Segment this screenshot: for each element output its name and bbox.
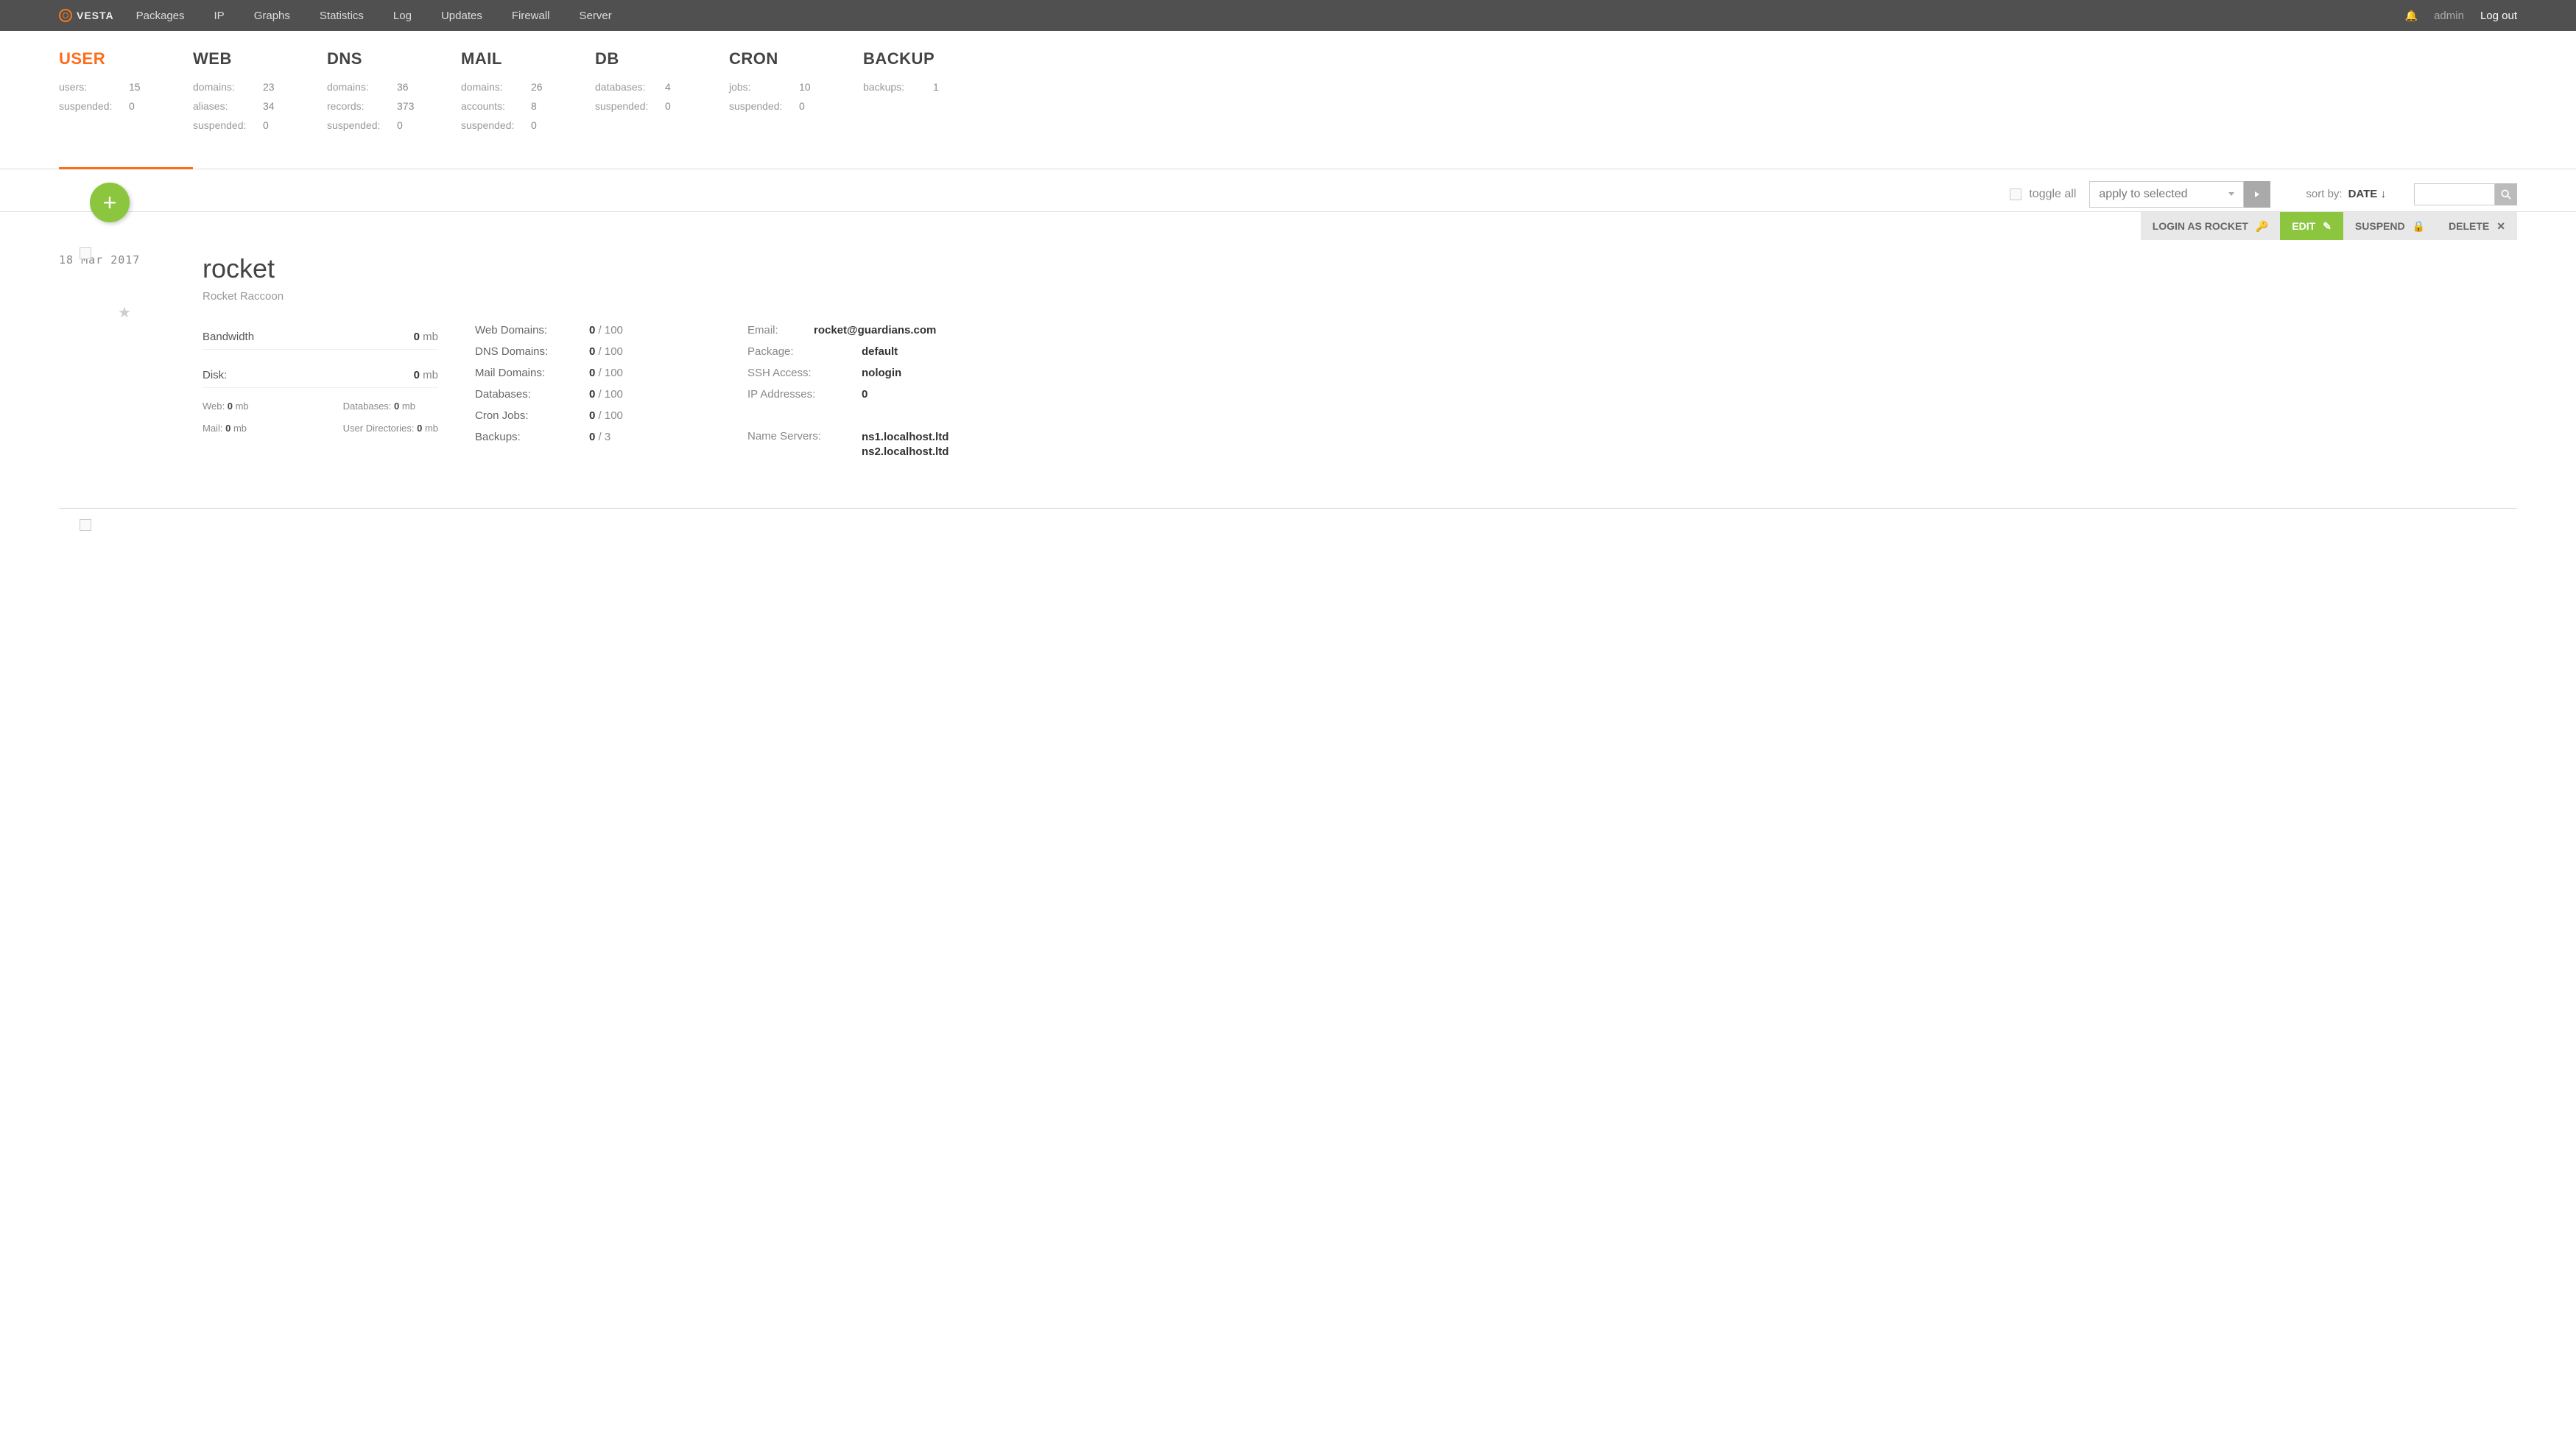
tab-title: DB bbox=[595, 49, 729, 68]
toggle-all-checkbox[interactable] bbox=[2010, 188, 2021, 200]
tab-user[interactable]: USER users:15 suspended:0 bbox=[59, 49, 193, 169]
left-col: 18 Mar 2017 ★ bbox=[59, 253, 203, 464]
add-button[interactable]: + bbox=[90, 183, 130, 222]
row-checkbox-2[interactable] bbox=[80, 519, 91, 531]
usage-disk: Disk: 0 mb bbox=[203, 363, 438, 388]
row-separator bbox=[59, 508, 2517, 531]
search-wrap bbox=[2414, 183, 2517, 205]
tab-dns[interactable]: DNS domains:36 records:373 suspended:0 bbox=[327, 49, 461, 154]
logo-icon bbox=[59, 9, 72, 22]
login-as-button[interactable]: LOGIN AS ROCKET 🔑 bbox=[2141, 212, 2281, 240]
tab-mail[interactable]: MAIL domains:26 accounts:8 suspended:0 bbox=[461, 49, 595, 154]
toolbar: + toggle all apply to selected sort by: … bbox=[0, 169, 2576, 212]
row-checkbox-wrap bbox=[80, 247, 91, 259]
tab-title: USER bbox=[59, 49, 193, 68]
limit-line: Cron Jobs:0 / 100 bbox=[475, 405, 711, 426]
star-icon[interactable]: ★ bbox=[118, 303, 203, 322]
info-ssh: SSH Access:nologin bbox=[747, 362, 949, 384]
edit-button[interactable]: EDIT ✎ bbox=[2280, 212, 2343, 240]
tab-title: DNS bbox=[327, 49, 461, 68]
tab-web[interactable]: WEB domains:23 aliases:34 suspended:0 bbox=[193, 49, 327, 154]
info-email: Email:rocket@guardians.com bbox=[747, 320, 949, 341]
apply-go-button[interactable] bbox=[2244, 181, 2270, 208]
delete-button[interactable]: DELETE ✕ bbox=[2437, 212, 2517, 240]
info-ip: IP Addresses:0 bbox=[747, 384, 949, 405]
limit-line: DNS Domains:0 / 100 bbox=[475, 341, 711, 362]
sort-by[interactable]: sort by: DATE ↓ bbox=[2306, 188, 2386, 200]
stats-tabs: USER users:15 suspended:0 WEB domains:23… bbox=[0, 31, 2576, 169]
caret-down-icon bbox=[2228, 192, 2234, 196]
logout-link[interactable]: Log out bbox=[2480, 10, 2517, 22]
tab-title: MAIL bbox=[461, 49, 595, 68]
limit-line: Mail Domains:0 / 100 bbox=[475, 362, 711, 384]
content: LOGIN AS ROCKET 🔑 EDIT ✎ SUSPEND 🔒 DELET… bbox=[0, 212, 2576, 560]
username: rocket bbox=[203, 253, 438, 284]
apply-to-selected[interactable]: apply to selected bbox=[2089, 181, 2244, 208]
nav-log[interactable]: Log bbox=[393, 10, 412, 22]
limit-line: Databases:0 / 100 bbox=[475, 384, 711, 405]
toggle-all[interactable]: toggle all bbox=[2010, 188, 2076, 201]
col-usage: rocket Rocket Raccoon Bandwidth 0 mb Dis… bbox=[203, 253, 438, 464]
logo-text: VESTA bbox=[77, 10, 114, 21]
tab-backup[interactable]: BACKUP backups:1 bbox=[863, 49, 997, 154]
lock-icon: 🔒 bbox=[2413, 220, 2425, 233]
usage-sub: Web: 0 mb Mail: 0 mb Databases: 0 mb Use… bbox=[203, 395, 438, 440]
key-icon: 🔑 bbox=[2256, 220, 2268, 233]
logo[interactable]: VESTA bbox=[59, 9, 114, 22]
nav-packages[interactable]: Packages bbox=[136, 10, 185, 22]
nav-firewall[interactable]: Firewall bbox=[512, 10, 550, 22]
bell-icon[interactable]: 🔔 bbox=[2405, 10, 2418, 22]
row-checkbox[interactable] bbox=[80, 247, 91, 259]
tab-title: BACKUP bbox=[863, 49, 997, 68]
col-info: Email:rocket@guardians.com Package:defau… bbox=[747, 253, 949, 464]
tab-cron[interactable]: CRON jobs:10 suspended:0 bbox=[729, 49, 863, 154]
info-package: Package:default bbox=[747, 341, 949, 362]
chevron-right-icon bbox=[2255, 191, 2259, 197]
close-icon: ✕ bbox=[2496, 220, 2505, 233]
suspend-button[interactable]: SUSPEND 🔒 bbox=[2343, 212, 2437, 240]
nav-server[interactable]: Server bbox=[580, 10, 612, 22]
usage-bandwidth: Bandwidth 0 mb bbox=[203, 325, 438, 350]
admin-link[interactable]: admin bbox=[2434, 10, 2464, 22]
fullname: Rocket Raccoon bbox=[203, 290, 438, 303]
user-row: LOGIN AS ROCKET 🔑 EDIT ✎ SUSPEND 🔒 DELET… bbox=[59, 212, 2517, 531]
nav-statistics[interactable]: Statistics bbox=[320, 10, 364, 22]
tab-title: WEB bbox=[193, 49, 327, 68]
info-ns: Name Servers:ns1.localhost.ltd ns2.local… bbox=[747, 426, 949, 464]
apply-to-selected-wrap: apply to selected bbox=[2089, 181, 2270, 208]
nav-ip[interactable]: IP bbox=[214, 10, 225, 22]
topbar: VESTA Packages IP Graphs Statistics Log … bbox=[0, 0, 2576, 31]
topbar-right: 🔔 admin Log out bbox=[2405, 10, 2517, 22]
col-limits: Web Domains:0 / 100 DNS Domains:0 / 100 … bbox=[475, 253, 711, 464]
tab-title: CRON bbox=[729, 49, 863, 68]
nav-graphs[interactable]: Graphs bbox=[254, 10, 290, 22]
pencil-icon: ✎ bbox=[2323, 220, 2332, 233]
limit-line: Web Domains:0 / 100 bbox=[475, 320, 711, 341]
nav-updates[interactable]: Updates bbox=[441, 10, 482, 22]
row-actions: LOGIN AS ROCKET 🔑 EDIT ✎ SUSPEND 🔒 DELET… bbox=[2141, 212, 2517, 240]
search-icon bbox=[2501, 189, 2511, 200]
topnav: Packages IP Graphs Statistics Log Update… bbox=[136, 10, 2405, 22]
tab-db[interactable]: DB databases:4 suspended:0 bbox=[595, 49, 729, 154]
search-input[interactable] bbox=[2414, 183, 2495, 205]
user-body: 18 Mar 2017 ★ rocket Rocket Raccoon Band… bbox=[59, 224, 2517, 464]
limit-line: Backups:0 / 3 bbox=[475, 426, 711, 448]
search-button[interactable] bbox=[2495, 183, 2517, 205]
